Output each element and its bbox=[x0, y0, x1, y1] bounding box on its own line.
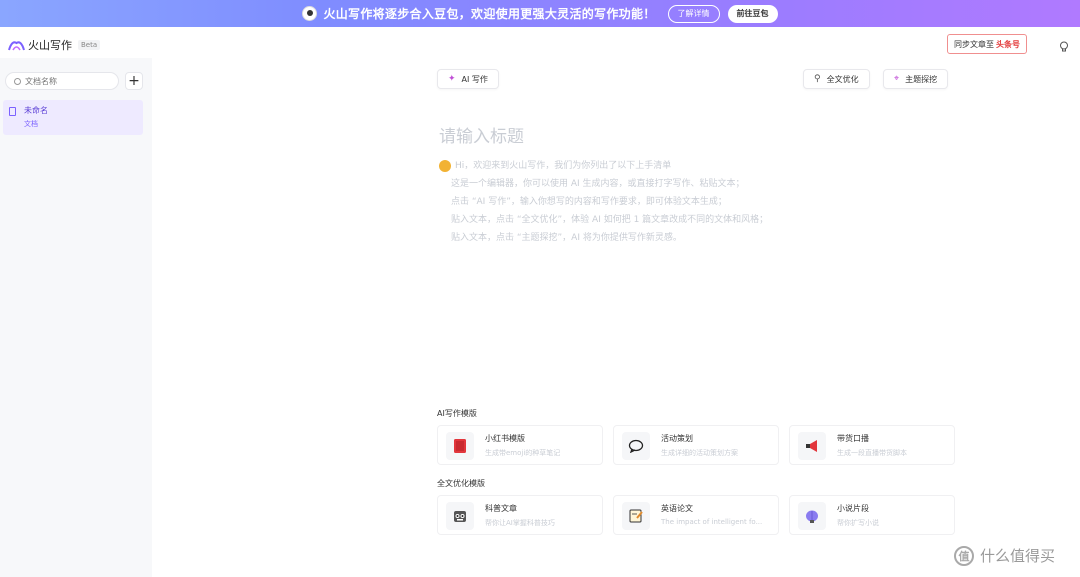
sparkle-icon: ✦ bbox=[448, 74, 456, 84]
ai-write-button[interactable]: ✦ AI 写作 bbox=[437, 69, 499, 89]
sidebar: + 未命名 文档 bbox=[0, 58, 152, 577]
optimize-label: 全文优化 bbox=[826, 74, 859, 84]
title-input[interactable]: 请输入标题 bbox=[439, 122, 524, 147]
wave-hand-icon bbox=[439, 160, 451, 172]
sync-label: 同步文章至 bbox=[954, 39, 994, 49]
card-title: 带货口播 bbox=[837, 434, 869, 443]
doc-subtitle: 文档 bbox=[24, 120, 38, 128]
document-icon bbox=[9, 107, 16, 116]
watermark-text: 什么值得买 bbox=[980, 547, 1056, 565]
card-title: 小红书模版 bbox=[485, 434, 525, 443]
card-desc: 帮你扩写小说 bbox=[837, 519, 879, 527]
optimize-template-section-label: 全文优化模版 bbox=[437, 479, 485, 488]
hint-line: 点击 “AI 写作”，输入你想写的内容和写作要求，即可体验文本生成； bbox=[451, 197, 727, 207]
magic-wand-icon: ⚲ bbox=[814, 74, 821, 84]
app-logo[interactable]: 火山写作 Beta bbox=[8, 37, 101, 53]
doubao-avatar-icon bbox=[302, 6, 318, 21]
ai-template-section-label: AI写作模版 bbox=[437, 409, 477, 418]
template-card[interactable]: 小红书模版 生成带emoji的种草笔记 bbox=[437, 425, 603, 465]
template-card[interactable]: 带货口播 生成一段直播带货脚本 bbox=[789, 425, 955, 465]
hint-line: 这是一个编辑器，你可以使用 AI 生成内容，或直接打字写作、粘贴文本； bbox=[451, 179, 745, 189]
megaphone-icon bbox=[798, 432, 826, 460]
lightbulb-icon[interactable] bbox=[1059, 38, 1069, 52]
volcano-logo-icon bbox=[8, 39, 25, 51]
robot-icon bbox=[446, 502, 474, 530]
card-title: 活动策划 bbox=[661, 434, 693, 443]
chat-bubble-icon bbox=[622, 432, 650, 460]
doc-title: 未命名 bbox=[24, 106, 48, 115]
topic-explore-button[interactable]: ⌖ 主题探挖 bbox=[883, 69, 949, 89]
topic-label: 主题探挖 bbox=[905, 74, 938, 84]
location-pin-icon: ⌖ bbox=[894, 74, 900, 84]
smzdm-logo-icon: 值 bbox=[954, 545, 974, 566]
full-optimize-button[interactable]: ⚲ 全文优化 bbox=[803, 69, 870, 89]
card-title: 英语论文 bbox=[661, 504, 693, 513]
card-desc: 帮你让AI掌握科普技巧 bbox=[485, 519, 555, 527]
card-desc: 生成详细的活动策划方案 bbox=[661, 449, 738, 457]
template-card[interactable]: 英语论文 The impact of intelligent fo... bbox=[613, 495, 779, 535]
card-title: 科普文章 bbox=[485, 504, 517, 513]
doc-search-input[interactable] bbox=[25, 76, 115, 86]
add-doc-button[interactable]: + bbox=[125, 72, 143, 90]
template-card[interactable]: 科普文章 帮你让AI掌握科普技巧 bbox=[437, 495, 603, 535]
template-card[interactable]: 小说片段 帮你扩写小说 bbox=[789, 495, 955, 535]
red-book-icon bbox=[446, 432, 474, 460]
card-desc: The impact of intelligent fo... bbox=[661, 518, 763, 526]
card-title: 小说片段 bbox=[837, 504, 869, 513]
hint-line: 贴入文本，点击 “主题探挖”，AI 将为你提供写作新灵感。 bbox=[451, 233, 682, 243]
doc-search-box[interactable] bbox=[5, 72, 119, 90]
doc-list-item[interactable]: 未命名 文档 bbox=[3, 100, 143, 135]
template-card[interactable]: 活动策划 生成详细的活动策划方案 bbox=[613, 425, 779, 465]
hint-first-line: Hi，欢迎来到火山写作，我们为你列出了以下上手清单 bbox=[439, 157, 768, 175]
card-desc: 生成一段直播带货脚本 bbox=[837, 449, 907, 457]
ai-write-label: AI 写作 bbox=[461, 74, 488, 84]
sync-target: 头条号 bbox=[996, 39, 1020, 49]
app-name: 火山写作 bbox=[28, 39, 72, 52]
notepad-icon bbox=[622, 502, 650, 530]
hint-line: Hi，欢迎来到火山写作，我们为你列出了以下上手清单 bbox=[455, 161, 672, 171]
learn-more-button[interactable]: 了解详情 bbox=[667, 4, 720, 23]
watermark: 值 什么值得买 bbox=[954, 545, 1055, 566]
sync-to-toutiao-button[interactable]: 同步文章至 头条号 bbox=[947, 34, 1027, 54]
search-icon bbox=[14, 77, 21, 85]
brain-icon bbox=[798, 502, 826, 530]
go-doubao-button[interactable]: 前往豆包 bbox=[727, 4, 778, 23]
onboarding-hint[interactable]: Hi，欢迎来到火山写作，我们为你列出了以下上手清单 这是一个编辑器，你可以使用 … bbox=[439, 157, 768, 247]
card-desc: 生成带emoji的种草笔记 bbox=[485, 449, 561, 457]
banner-text: 火山写作将逐步合入豆包，欢迎使用更强大灵活的写作功能！ bbox=[323, 7, 656, 21]
beta-badge: Beta bbox=[78, 40, 101, 50]
announcement-banner: 火山写作将逐步合入豆包，欢迎使用更强大灵活的写作功能！ 了解详情 前往豆包 bbox=[0, 0, 1080, 27]
hint-line: 贴入文本，点击 “全文优化”，体验 AI 如何把 1 篇文章改成不同的文体和风格… bbox=[451, 215, 769, 225]
